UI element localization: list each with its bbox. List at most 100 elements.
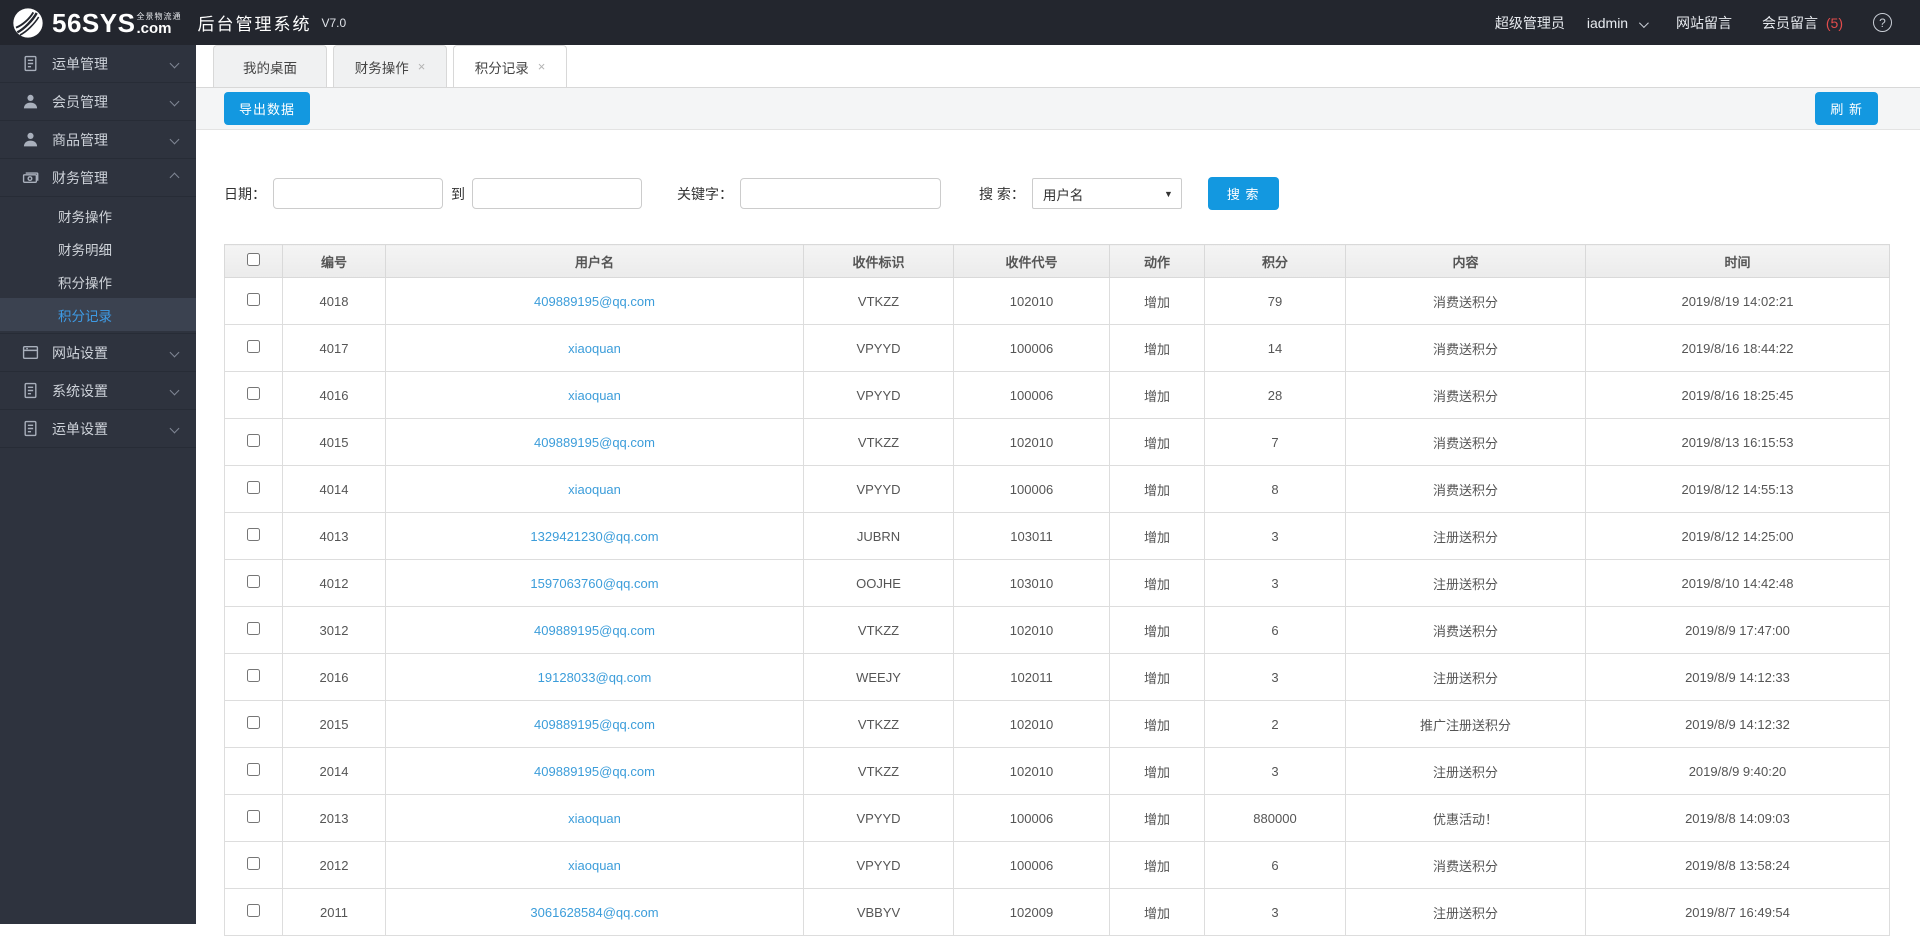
brand-tld: .com (136, 21, 171, 36)
cell-points: 8 (1205, 466, 1346, 513)
sidebar-item-member-mgmt[interactable]: 会员管理 (0, 83, 196, 121)
cell-content: 推广注册送积分 (1346, 701, 1586, 748)
username-link[interactable]: 1329421230@qq.com (530, 529, 658, 544)
row-checkbox[interactable] (247, 763, 260, 776)
cell-time: 2019/8/8 14:09:03 (1586, 795, 1890, 842)
cell-action: 增加 (1110, 466, 1205, 513)
row-select-cell (225, 513, 283, 560)
cell-recipient-mark: VPYYD (804, 325, 954, 372)
col-header-action: 动作 (1110, 245, 1205, 278)
sidebar-subitem-finance-detail[interactable]: 财务明细 (0, 232, 196, 265)
row-checkbox[interactable] (247, 528, 260, 541)
username-link[interactable]: 409889195@qq.com (534, 435, 655, 450)
row-select-cell (225, 607, 283, 654)
row-checkbox[interactable] (247, 340, 260, 353)
cell-username: xiaoquan (386, 842, 804, 889)
cell-recipient-mark: VTKZZ (804, 278, 954, 325)
cell-id: 4018 (283, 278, 386, 325)
user-menu[interactable]: iadmin (1587, 15, 1646, 31)
cell-id: 4014 (283, 466, 386, 513)
username-link[interactable]: xiaoquan (568, 858, 621, 873)
brand-main: 56SYS (52, 10, 135, 36)
chevron-down-icon (170, 348, 180, 358)
help-icon[interactable]: ? (1873, 13, 1892, 32)
cell-content: 消费送积分 (1346, 372, 1586, 419)
select-all-checkbox[interactable] (247, 253, 260, 266)
close-icon[interactable]: × (418, 60, 426, 73)
username-link[interactable]: 1597063760@qq.com (530, 576, 658, 591)
content: 日期： 到 关键字： 搜 索： 用户名 ▼ 搜 索 编号 用户名 (196, 177, 1920, 936)
table-row: 4013 1329421230@qq.com JUBRN 103011 增加 3… (225, 513, 1890, 560)
tab-points-records[interactable]: 积分记录 × (453, 45, 567, 87)
cell-recipient-mark: VPYYD (804, 795, 954, 842)
date-from-input[interactable] (273, 178, 443, 209)
close-icon[interactable]: × (538, 60, 546, 73)
keyword-input[interactable] (740, 178, 941, 209)
cell-username: 409889195@qq.com (386, 278, 804, 325)
cell-action: 增加 (1110, 654, 1205, 701)
member-messages-link[interactable]: 会员留言 (5) (1762, 13, 1843, 33)
cell-username: xiaoquan (386, 795, 804, 842)
cell-id: 4015 (283, 419, 386, 466)
row-select-cell (225, 748, 283, 795)
username-link[interactable]: 409889195@qq.com (534, 764, 655, 779)
cell-points: 14 (1205, 325, 1346, 372)
site-messages-link[interactable]: 网站留言 (1676, 13, 1732, 33)
table-row: 4012 1597063760@qq.com OOJHE 103010 增加 3… (225, 560, 1890, 607)
row-checkbox[interactable] (247, 387, 260, 400)
row-checkbox[interactable] (247, 716, 260, 729)
username-link[interactable]: xiaoquan (568, 341, 621, 356)
refresh-button[interactable]: 刷 新 (1815, 92, 1878, 125)
cell-username: 409889195@qq.com (386, 701, 804, 748)
cell-points: 2 (1205, 701, 1346, 748)
row-checkbox[interactable] (247, 810, 260, 823)
username-link[interactable]: 409889195@qq.com (534, 717, 655, 732)
sidebar-subitem-points-records[interactable]: 积分记录 (0, 298, 196, 331)
keyword-label: 关键字： (677, 184, 733, 204)
tab-finance-ops[interactable]: 财务操作 × (333, 45, 447, 87)
row-checkbox[interactable] (247, 293, 260, 306)
row-select-cell (225, 325, 283, 372)
cell-recipient-mark: VTKZZ (804, 419, 954, 466)
cell-id: 2015 (283, 701, 386, 748)
row-checkbox[interactable] (247, 481, 260, 494)
sidebar-item-product-mgmt[interactable]: 商品管理 (0, 121, 196, 159)
username-link[interactable]: 409889195@qq.com (534, 623, 655, 638)
cell-id: 2013 (283, 795, 386, 842)
row-checkbox[interactable] (247, 434, 260, 447)
row-checkbox[interactable] (247, 904, 260, 917)
row-checkbox[interactable] (247, 575, 260, 588)
username-link[interactable]: xiaoquan (568, 811, 621, 826)
export-data-button[interactable]: 导出数据 (224, 92, 310, 125)
date-to-input[interactable] (472, 178, 642, 209)
row-checkbox[interactable] (247, 669, 260, 682)
cell-time: 2019/8/8 13:58:24 (1586, 842, 1890, 889)
sidebar-item-waybill-mgmt[interactable]: 运单管理 (0, 45, 196, 83)
search-button[interactable]: 搜 索 (1208, 177, 1279, 210)
sidebar-subitem-finance-ops[interactable]: 财务操作 (0, 199, 196, 232)
username-link[interactable]: xiaoquan (568, 388, 621, 403)
cell-time: 2019/8/16 18:25:45 (1586, 372, 1890, 419)
sidebar-subitem-points-ops[interactable]: 积分操作 (0, 265, 196, 298)
cell-time: 2019/8/12 14:25:00 (1586, 513, 1890, 560)
cell-recipient-code: 102010 (954, 748, 1110, 795)
cell-id: 3012 (283, 607, 386, 654)
username-link[interactable]: 409889195@qq.com (534, 294, 655, 309)
username-link[interactable]: 3061628584@qq.com (530, 905, 658, 920)
sidebar-item-label: 财务管理 (52, 168, 108, 188)
sidebar-item-waybill-settings[interactable]: 运单设置 (0, 410, 196, 448)
search-field-select[interactable]: 用户名 ▼ (1032, 178, 1182, 209)
table-row: 2016 19128033@qq.com WEEJY 102011 增加 3 注… (225, 654, 1890, 701)
username-link[interactable]: xiaoquan (568, 482, 621, 497)
sidebar-item-website-settings[interactable]: 网站设置 (0, 334, 196, 372)
chevron-up-icon (170, 173, 180, 183)
row-checkbox[interactable] (247, 857, 260, 870)
row-checkbox[interactable] (247, 622, 260, 635)
sidebar-item-finance-mgmt[interactable]: 财务管理 (0, 159, 196, 197)
sidebar-item-label: 系统设置 (52, 381, 108, 401)
cell-action: 增加 (1110, 748, 1205, 795)
col-header-id: 编号 (283, 245, 386, 278)
username-link[interactable]: 19128033@qq.com (538, 670, 652, 685)
tab-my-desktop[interactable]: 我的桌面 (213, 45, 327, 87)
sidebar-item-system-settings[interactable]: 系统设置 (0, 372, 196, 410)
